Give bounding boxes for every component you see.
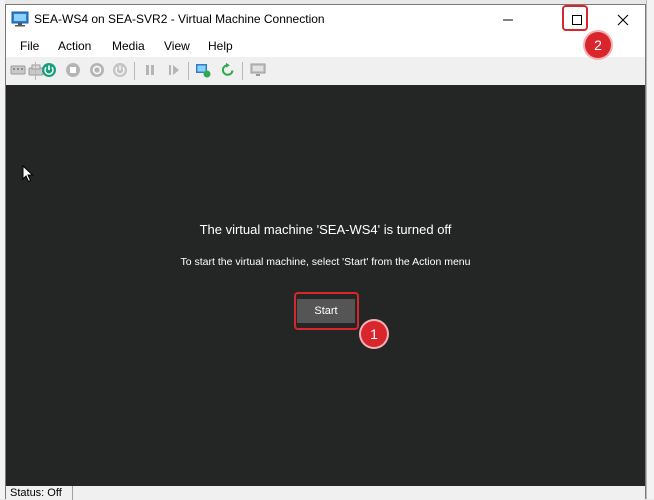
status-text: Status: Off — [10, 487, 62, 499]
toolbar-separator — [35, 62, 36, 80]
menu-file[interactable]: File — [20, 39, 39, 53]
background-edge-right — [646, 0, 654, 499]
checkpoint-icon[interactable] — [195, 62, 211, 78]
minimize-button[interactable] — [485, 5, 531, 35]
menu-media[interactable]: Media — [112, 39, 145, 53]
window-title: SEA-WS4 on SEA-SVR2 - Virtual Machine Co… — [34, 12, 325, 26]
start-icon[interactable] — [41, 62, 57, 78]
power-icon[interactable] — [112, 62, 128, 78]
shut-down-icon[interactable] — [89, 62, 105, 78]
toolbar — [6, 57, 645, 86]
vm-off-headline: The virtual machine 'SEA-WS4' is turned … — [199, 222, 452, 237]
maximize-button-highlight — [562, 5, 588, 31]
enhanced-session-icon[interactable] — [250, 62, 266, 78]
minimize-icon — [503, 19, 513, 21]
status-bar: Status: Off — [6, 486, 645, 500]
menu-view[interactable]: View — [164, 39, 190, 53]
toolbar-separator — [242, 62, 243, 80]
start-button-highlight — [294, 292, 359, 330]
vm-connection-app-icon — [11, 11, 29, 27]
callout-badge-2: 2 — [585, 32, 611, 58]
title-bar[interactable]: SEA-WS4 on SEA-SVR2 - Virtual Machine Co… — [6, 5, 645, 35]
toolbar-separator — [188, 62, 189, 80]
menu-bar: File Action Media View Help — [6, 35, 645, 57]
vm-off-instruction: To start the virtual machine, select 'St… — [180, 256, 471, 268]
mouse-cursor-icon — [22, 165, 34, 183]
revert-icon[interactable] — [220, 62, 236, 78]
resume-icon[interactable] — [166, 62, 182, 78]
toolbar-separator — [134, 62, 135, 80]
vm-screen[interactable]: The virtual machine 'SEA-WS4' is turned … — [6, 85, 645, 486]
close-icon — [617, 14, 629, 26]
vm-connection-window: SEA-WS4 on SEA-SVR2 - Virtual Machine Co… — [5, 4, 646, 500]
callout-badge-1: 1 — [361, 321, 387, 347]
menu-action[interactable]: Action — [58, 39, 91, 53]
ctrl-alt-del-icon[interactable] — [10, 62, 26, 78]
pause-icon[interactable] — [142, 62, 158, 78]
close-button[interactable] — [600, 5, 646, 35]
turn-off-icon[interactable] — [65, 62, 81, 78]
status-separator — [72, 486, 73, 500]
menu-help[interactable]: Help — [208, 39, 233, 53]
